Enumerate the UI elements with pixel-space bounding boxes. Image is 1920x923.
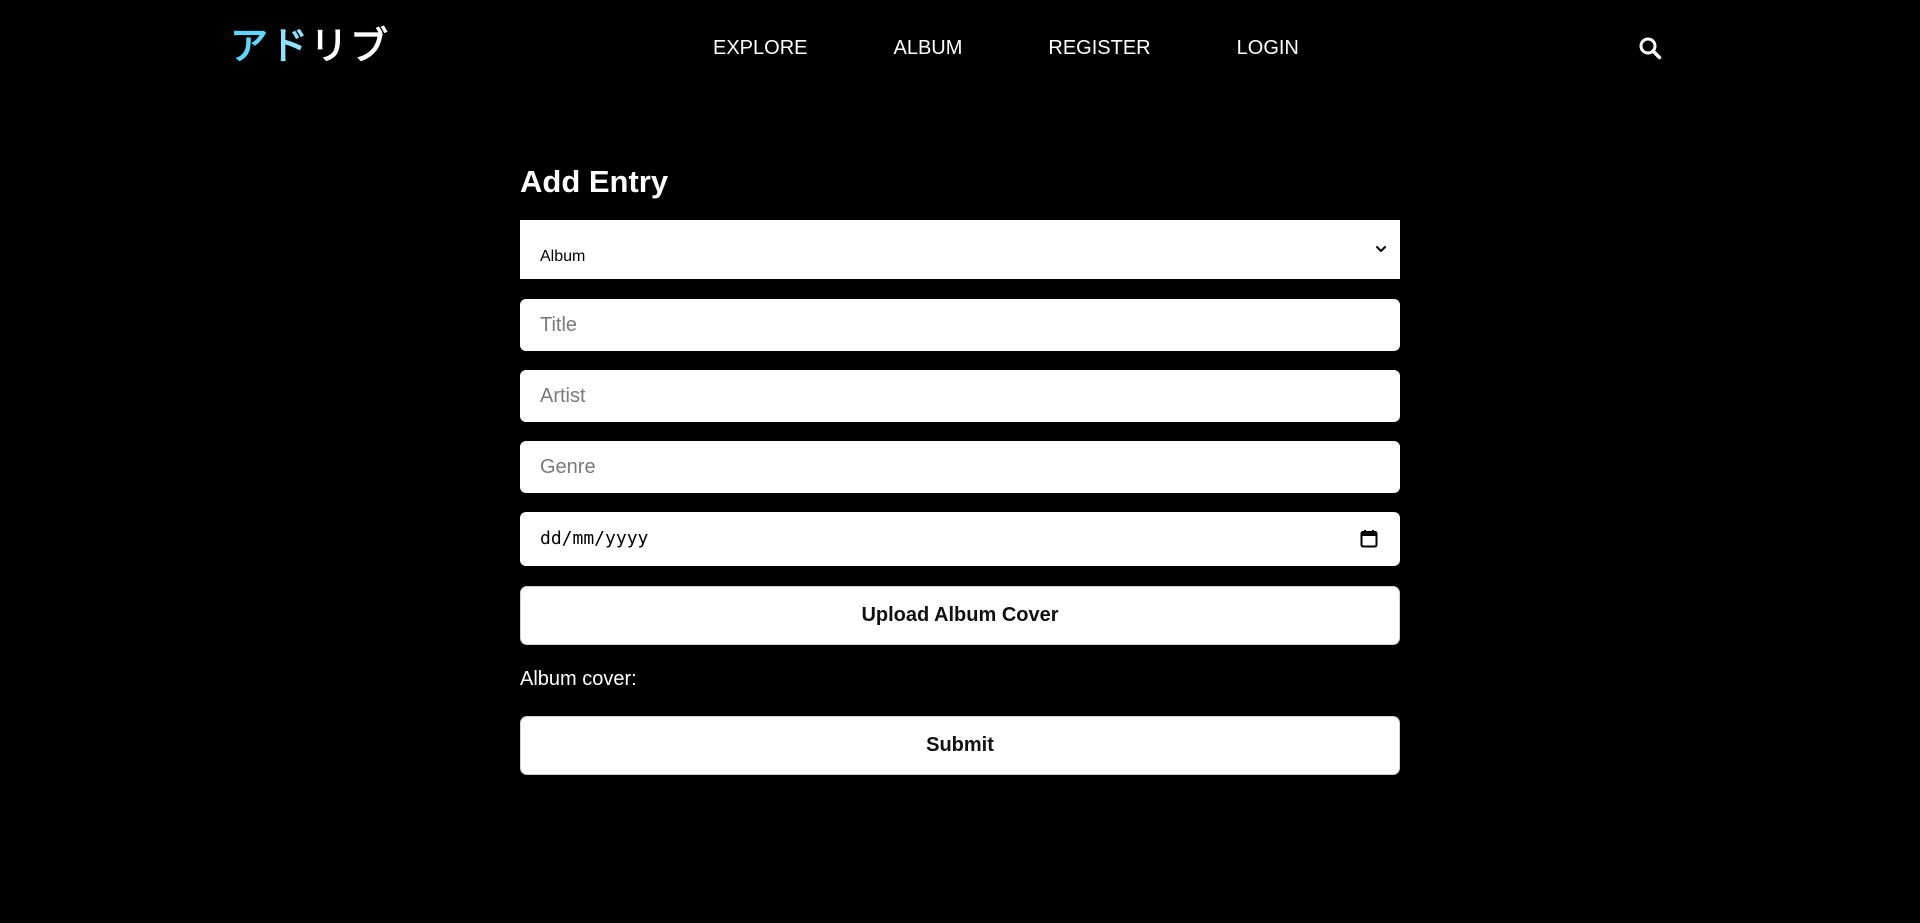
search-icon: [1639, 37, 1662, 60]
nav-album-link[interactable]: ALBUM: [893, 36, 962, 60]
chevron-down-icon: [1376, 246, 1386, 252]
logo-char-a: ア: [230, 24, 271, 68]
logo-char-do: ド: [270, 24, 311, 68]
nav-login-link[interactable]: LOGIN: [1237, 36, 1299, 60]
nav-register-link[interactable]: REGISTER: [1048, 36, 1150, 60]
page-title: Add Entry: [520, 164, 669, 199]
album-cover-label: Album cover:: [520, 668, 637, 690]
site-logo[interactable]: アドリブ: [230, 22, 390, 70]
date-input-value: dd/mm/yyyy: [540, 528, 649, 549]
release-date-input[interactable]: dd/mm/yyyy: [520, 512, 1400, 566]
top-navbar: アドリブ EXPLORE ALBUM REGISTER LOGIN: [0, 0, 1920, 96]
entry-type-selected-value: Album: [540, 248, 586, 265]
search-button[interactable]: [1638, 36, 1662, 60]
artist-input[interactable]: [520, 370, 1400, 422]
submit-button[interactable]: Submit: [520, 716, 1400, 775]
logo-char-ribu: リブ: [310, 24, 391, 68]
genre-input[interactable]: [520, 441, 1400, 493]
title-input[interactable]: [520, 299, 1400, 351]
add-entry-form: Add Entry Album dd/mm/yyyy Upload Album …: [520, 160, 1400, 775]
main-nav: EXPLORE ALBUM REGISTER LOGIN: [713, 36, 1299, 60]
entry-type-select[interactable]: Album: [520, 220, 1400, 279]
nav-explore-link[interactable]: EXPLORE: [713, 36, 807, 60]
calendar-icon[interactable]: [1360, 529, 1378, 548]
upload-album-cover-button[interactable]: Upload Album Cover: [520, 586, 1400, 645]
